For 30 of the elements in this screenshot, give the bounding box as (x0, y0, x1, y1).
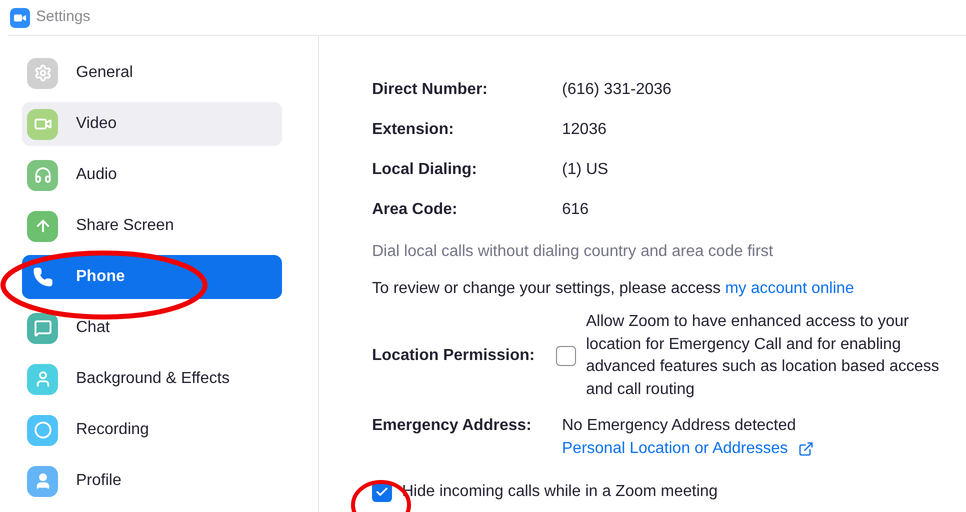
check-icon (375, 485, 389, 499)
sidebar-item[interactable]: Phone (22, 255, 282, 299)
field-value: 616 (562, 200, 589, 220)
app-logo-icon (10, 8, 30, 28)
field-label: Area Code: (372, 200, 458, 220)
field-value: (1) US (562, 160, 608, 180)
address-link[interactable]: Personal Location or Addresses (562, 437, 814, 460)
field-value: (616) 331-2036 (562, 80, 672, 100)
sidebar-item[interactable]: Share Screen (22, 204, 282, 248)
sidebar-item[interactable]: Background & Effects (22, 357, 282, 401)
account-link[interactable]: my account online (725, 280, 854, 297)
field-label: Location Permission: (372, 346, 536, 366)
permission-text: Allow Zoom to have enhanced access to your location for Emergency Call and for enabling advanced features such as location based access and call routing (586, 312, 940, 400)
dial-note: Dial local calls without dialing country and area code first (372, 242, 774, 262)
field-value: 12036 (562, 120, 606, 140)
external-link-icon (798, 440, 814, 456)
sidebar-item[interactable]: Recording (22, 408, 282, 452)
sidebar-item[interactable]: General (22, 51, 282, 95)
sidebar-item[interactable]: Profile (22, 459, 282, 503)
review-text: To review or change your settings, please access my account online (372, 279, 856, 299)
field-value: No Emergency Address detected (562, 416, 797, 436)
field-label: Local Dialing: (372, 160, 478, 180)
field-label: Direct Number: (372, 80, 489, 100)
sidebar-item[interactable]: Audio (22, 153, 282, 197)
window-title: Settings (36, 7, 90, 28)
sidebar-item[interactable]: Chat (22, 306, 282, 350)
checkbox[interactable] (556, 346, 576, 366)
field-label: Extension: (372, 120, 455, 140)
sidebar-item[interactable]: Video (22, 102, 282, 146)
field-label: Emergency Address: (372, 416, 532, 436)
